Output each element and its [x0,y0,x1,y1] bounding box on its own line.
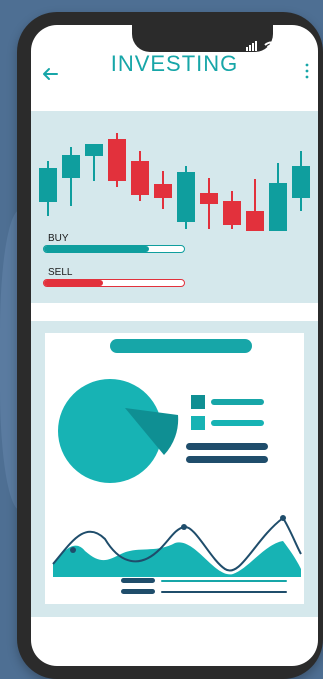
area-chart [52,515,302,577]
more-options-icon[interactable] [304,61,310,81]
candle-12 [292,151,310,211]
candlestick-chart [39,133,310,231]
legend-line-2 [211,420,264,426]
candle-5 [131,151,149,201]
sell-label: SELL [48,267,73,278]
page-title: INVESTING [110,51,239,76]
line-point-1 [70,547,76,553]
card-title-pill [110,339,252,353]
summary-line-2 [186,456,268,463]
market-panel: BUY SELL [31,111,318,303]
candle-7 [177,166,195,229]
footer-line-1a [121,578,155,583]
legend-line-1 [211,399,264,405]
candle-2 [62,147,80,206]
pie-chart [58,379,268,483]
footer-line-1b [161,580,287,582]
buy-bar [43,245,185,253]
candle-8 [200,178,218,229]
candle-6 [154,171,172,209]
candle-3 [85,144,103,181]
analytics-panel [31,321,318,617]
sell-bar [43,279,185,287]
summary-line-1 [186,443,268,450]
footer-line-2a [121,589,155,594]
footer-line-2b [161,591,287,593]
line-point-2 [181,524,187,530]
analytics-card [45,333,304,604]
status-bar [246,41,300,51]
buy-label: BUY [48,233,69,244]
legend-swatch-1 [191,395,205,409]
buy-bar-fill [44,246,149,252]
candle-1 [39,161,57,216]
wifi-icon [264,41,278,51]
sell-bar-fill [44,280,103,286]
candle-11 [269,163,287,231]
area-fill [53,541,301,577]
candle-9 [223,191,241,229]
line-point-3 [280,515,286,521]
candle-10 [246,179,264,231]
legend-swatch-2 [191,416,205,430]
signal-icon [246,41,257,51]
battery-icon [282,42,300,50]
phone-screen: INVESTING BUY SELL [31,25,318,666]
candle-4 [108,133,126,187]
